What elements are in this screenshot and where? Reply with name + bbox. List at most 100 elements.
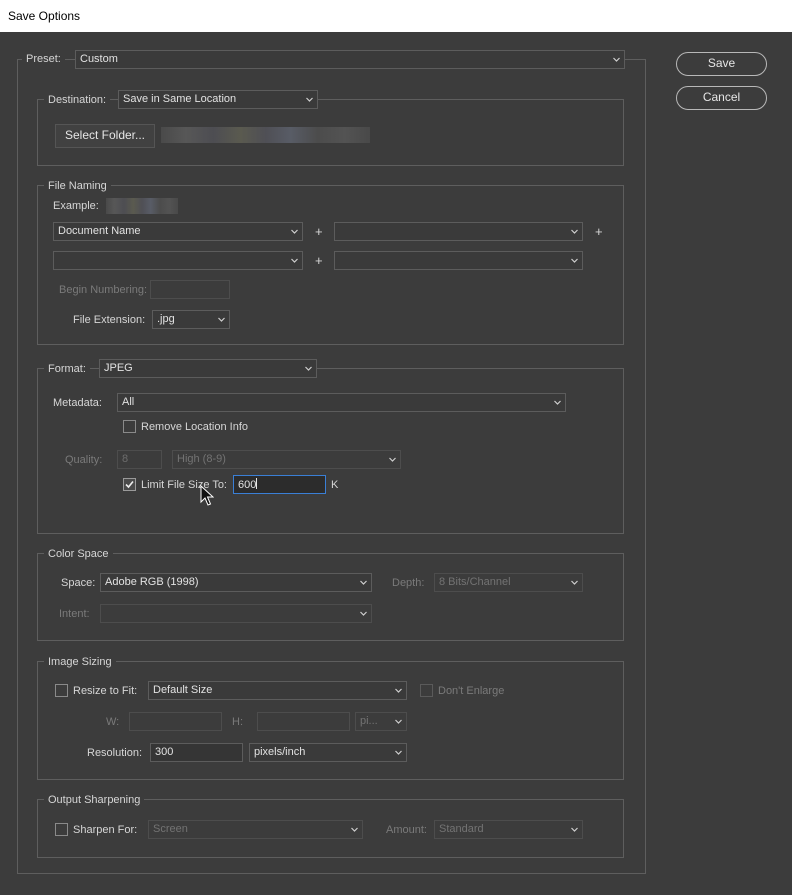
chevron-down-icon [554, 399, 561, 406]
cancel-button[interactable]: Cancel [676, 86, 767, 110]
chevron-down-icon [571, 228, 578, 235]
metadata-value: All [122, 396, 135, 408]
color-space-legend: Color Space [44, 547, 113, 561]
sharpen-for-select[interactable]: Screen [148, 820, 363, 839]
text-caret [256, 478, 258, 489]
naming-field-3-select[interactable] [53, 251, 303, 270]
resize-to-fit-label: Resize to Fit: [73, 685, 138, 697]
format-value: JPEG [104, 362, 133, 374]
sharpen-for-checkbox[interactable] [55, 823, 68, 836]
window-titlebar: Save Options [0, 0, 792, 32]
depth-label: Depth: [392, 577, 425, 589]
quality-label: Quality: [65, 454, 103, 466]
chevron-down-icon [395, 749, 402, 756]
file-extension-value: .jpg [157, 313, 175, 325]
chevron-down-icon [360, 610, 367, 617]
destination-value: Save in Same Location [123, 93, 237, 105]
plus-sign: + [315, 224, 323, 239]
preset-label: Preset: [22, 52, 65, 66]
chevron-down-icon [571, 826, 578, 833]
select-folder-button[interactable]: Select Folder... [55, 124, 155, 148]
format-label: Format: [44, 362, 90, 376]
format-select[interactable]: JPEG [99, 359, 317, 378]
chevron-down-icon [571, 257, 578, 264]
output-sharpening-legend: Output Sharpening [44, 793, 145, 807]
dont-enlarge-checkbox[interactable] [420, 684, 433, 697]
quality-preset-select[interactable]: High (8-9) [172, 450, 401, 469]
resolution-input[interactable]: 300 [150, 743, 243, 762]
height-label: H: [232, 716, 243, 728]
file-extension-select[interactable]: .jpg [152, 310, 230, 329]
space-label: Space: [61, 577, 96, 589]
metadata-select[interactable]: All [117, 393, 566, 412]
metadata-label: Metadata: [53, 397, 102, 409]
remove-location-checkbox[interactable] [123, 420, 136, 433]
size-unit-select[interactable]: pi... [355, 712, 407, 731]
resolution-unit-value: pixels/inch [254, 746, 306, 758]
save-options-dialog: Preset: Custom Save Cancel Destination: … [0, 32, 792, 895]
chevron-down-icon [351, 826, 358, 833]
remove-location-label: Remove Location Info [141, 421, 249, 433]
plus-sign: + [315, 253, 323, 268]
mouse-pointer-icon [200, 485, 214, 506]
depth-select[interactable]: 8 Bits/Channel [434, 573, 583, 592]
limit-file-size-unit: K [331, 479, 339, 491]
width-label: W: [106, 716, 120, 728]
amount-value: Standard [439, 823, 484, 835]
limit-file-size-checkbox[interactable] [123, 478, 136, 491]
height-input[interactable] [257, 712, 350, 731]
intent-label: Intent: [59, 608, 90, 620]
save-button[interactable]: Save [676, 52, 767, 76]
quality-preset-value: High (8-9) [177, 453, 226, 465]
begin-numbering-input[interactable] [150, 280, 230, 299]
space-value: Adobe RGB (1998) [105, 576, 199, 588]
width-input[interactable] [129, 712, 222, 731]
resolution-unit-select[interactable]: pixels/inch [249, 743, 407, 762]
naming-field-1-value: Document Name [58, 225, 141, 237]
destination-label: Destination: [44, 93, 111, 107]
naming-field-4-select[interactable] [334, 251, 583, 270]
sharpen-for-value: Screen [153, 823, 188, 835]
limit-file-size-label: Limit File Size To: [141, 479, 227, 491]
chevron-down-icon [613, 56, 620, 63]
space-select[interactable]: Adobe RGB (1998) [100, 573, 372, 592]
amount-label: Amount: [386, 824, 427, 836]
chevron-down-icon [395, 687, 402, 694]
window-title: Save Options [8, 9, 81, 23]
begin-numbering-label: Begin Numbering: [59, 284, 148, 296]
naming-field-2-select[interactable] [334, 222, 583, 241]
intent-select[interactable] [100, 604, 372, 623]
file-naming-legend: File Naming [44, 179, 111, 193]
resolution-label: Resolution: [87, 747, 143, 759]
chevron-down-icon [360, 579, 367, 586]
image-sizing-legend: Image Sizing [44, 655, 116, 669]
depth-value: 8 Bits/Channel [439, 576, 511, 588]
amount-select[interactable]: Standard [434, 820, 583, 839]
file-extension-label: File Extension: [73, 314, 146, 326]
chevron-down-icon [306, 96, 313, 103]
chevron-down-icon [395, 718, 402, 725]
example-preview-redacted [106, 198, 178, 214]
destination-select[interactable]: Save in Same Location [118, 90, 318, 109]
limit-file-size-value: 600 [238, 479, 257, 491]
resize-to-fit-value: Default Size [153, 684, 213, 696]
preset-value: Custom [80, 53, 118, 65]
chevron-down-icon [291, 228, 298, 235]
limit-file-size-input[interactable]: 600 [233, 475, 326, 494]
chevron-down-icon [571, 579, 578, 586]
example-label: Example: [53, 200, 99, 212]
chevron-down-icon [218, 316, 225, 323]
plus-sign: + [595, 224, 603, 239]
color-space-group [37, 553, 624, 641]
preset-select[interactable]: Custom [75, 50, 625, 69]
folder-path-redacted [161, 127, 370, 143]
resize-to-fit-select[interactable]: Default Size [148, 681, 407, 700]
resize-to-fit-checkbox[interactable] [55, 684, 68, 697]
quality-input[interactable]: 8 [117, 450, 162, 469]
checkmark-icon [125, 480, 134, 489]
chevron-down-icon [291, 257, 298, 264]
dont-enlarge-label: Don't Enlarge [438, 685, 505, 697]
naming-field-1-select[interactable]: Document Name [53, 222, 303, 241]
sharpen-for-label: Sharpen For: [73, 824, 138, 836]
size-unit-value: pi... [360, 715, 378, 727]
